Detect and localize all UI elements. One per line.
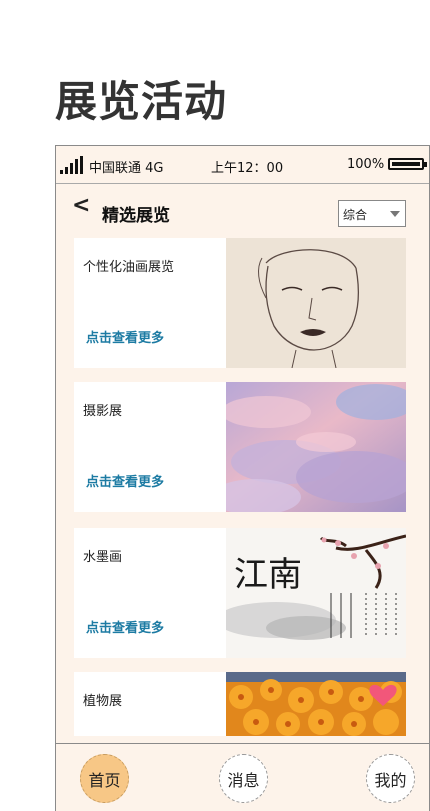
tab-label: 我的 xyxy=(374,770,407,790)
nav-title: 精选展览 xyxy=(102,206,170,226)
card-title: 植物展 xyxy=(83,694,123,709)
exhibition-card-photography[interactable]: 摄影展 点击查看更多 xyxy=(74,382,406,512)
card-title: 水墨画 xyxy=(83,550,123,565)
page-heading: 展览活动 xyxy=(55,77,228,126)
bottom-tab-bar: 首页 消息 我的 xyxy=(56,743,429,811)
card-title: 摄影展 xyxy=(83,404,123,419)
carrier-label: 中国联通 4G xyxy=(89,161,164,176)
tab-home[interactable]: 首页 xyxy=(80,754,129,803)
sort-select-value: 综合 xyxy=(343,208,368,222)
exhibition-card-plants[interactable]: 植物展 xyxy=(74,672,406,736)
battery-icon xyxy=(388,158,427,170)
pink-clouds-image xyxy=(226,382,406,512)
battery-percent: 100% xyxy=(347,157,385,172)
tab-label: 消息 xyxy=(227,770,260,790)
card-title: 个性化油画展览 xyxy=(83,260,175,275)
orange-flowers-image xyxy=(226,672,406,736)
chevron-down-icon xyxy=(390,211,400,217)
tab-label: 首页 xyxy=(88,770,121,790)
exhibition-card-ink-painting[interactable]: 水墨画 点击查看更多 江南 xyxy=(74,528,406,658)
portrait-sketch-image xyxy=(226,238,406,368)
view-more-link[interactable]: 点击查看更多 xyxy=(86,471,164,490)
tab-profile[interactable]: 我的 xyxy=(366,754,415,803)
clock: 上午12：00 xyxy=(211,161,284,176)
status-bar: 中国联通 4G 上午12：00 100% xyxy=(56,146,429,184)
back-button[interactable]: < xyxy=(72,195,90,217)
tab-messages[interactable]: 消息 xyxy=(219,754,268,803)
view-more-link[interactable]: 点击查看更多 xyxy=(86,327,164,346)
signal-icon xyxy=(60,156,83,174)
phone-frame: 中国联通 4G 上午12：00 100% < 精选展览 综合 个性化油画展览 点… xyxy=(55,145,430,811)
view-more-link[interactable]: 点击查看更多 xyxy=(86,617,164,636)
ink-painting-image: 江南 xyxy=(226,528,406,658)
nav-bar: < 精选展览 综合 xyxy=(56,185,429,229)
exhibition-card-oil-painting[interactable]: 个性化油画展览 点击查看更多 xyxy=(74,238,406,368)
sort-select[interactable]: 综合 xyxy=(338,200,406,227)
ink-calligraphy: 江南 xyxy=(234,555,302,595)
